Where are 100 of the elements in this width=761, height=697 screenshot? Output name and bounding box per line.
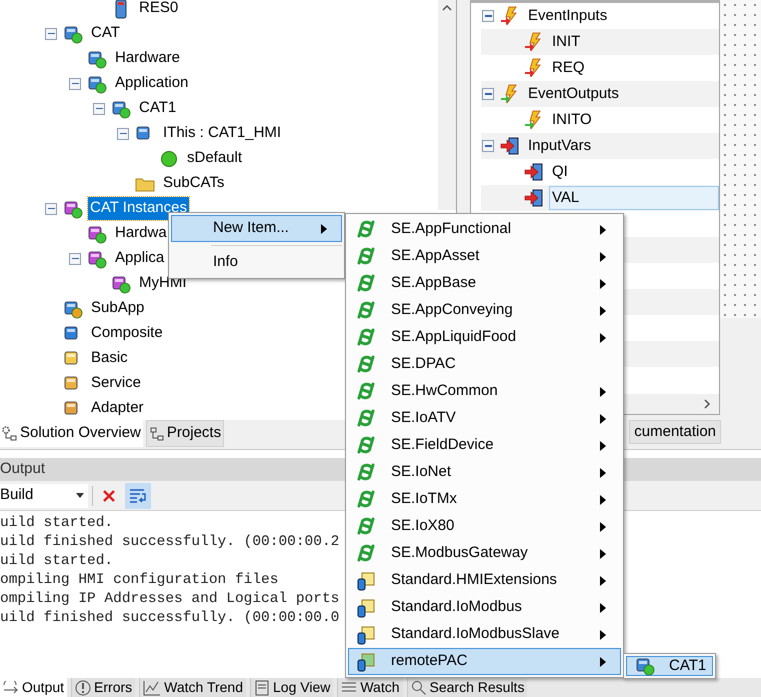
menu-item[interactable]: SE.FieldDevice [348, 432, 621, 459]
tree-row[interactable]: REQ [481, 55, 719, 81]
tree-item[interactable]: Adapter [88, 396, 147, 420]
expand-toggle[interactable] [69, 78, 81, 90]
tree-item[interactable]: INITO [549, 108, 595, 132]
output-line: uild finished successfully. (00:00:00.0 [0, 609, 340, 628]
tree-item[interactable]: EventInputs [525, 4, 610, 28]
tree-row[interactable]: INITO [481, 107, 719, 133]
menu-item[interactable]: SE.IoATV [348, 405, 621, 432]
chevron-up-icon [442, 4, 452, 11]
library-icon [356, 598, 376, 618]
menu-item[interactable]: Info [171, 249, 342, 276]
source-dropdown[interactable]: Build [0, 484, 88, 508]
menu-item[interactable]: SE.HwCommon [348, 378, 621, 405]
swirl-icon [356, 300, 376, 320]
block-icon [111, 274, 131, 294]
tree-item[interactable]: Service [88, 371, 144, 396]
tree-item[interactable]: Application [112, 71, 192, 96]
tree-row[interactable]: INIT [481, 29, 719, 55]
expand-toggle[interactable] [45, 202, 57, 214]
menu-item[interactable]: SE.ModbusGateway [348, 540, 621, 567]
tree-item[interactable]: Basic [88, 346, 131, 371]
tree-item[interactable]: SubApp [88, 296, 148, 321]
tree-item[interactable]: sDefault [184, 146, 246, 171]
swirl-icon [356, 516, 376, 536]
block-icon [63, 24, 83, 44]
tree-row[interactable]: VAL [481, 185, 719, 211]
bottom-tab[interactable]: Watch [337, 678, 403, 697]
bottom-tab[interactable]: Watch Trend [139, 678, 246, 697]
scrollbar[interactable] [438, 0, 456, 210]
expand-toggle[interactable] [482, 10, 494, 22]
expand-toggle[interactable] [482, 140, 494, 152]
panel-tab[interactable]: Solution Overview [0, 420, 143, 447]
block-icon [87, 48, 107, 68]
bottom-tab[interactable]: Errors [71, 678, 136, 697]
tree-row[interactable]: EventOutputs [481, 81, 719, 107]
tree-item[interactable]: RES0 [136, 0, 182, 21]
block-icon [87, 224, 107, 244]
menu-item[interactable]: SE.AppConveying [348, 297, 621, 324]
block-icon [111, 98, 131, 118]
submenu-arrow-icon [600, 440, 606, 450]
arrow-icon [524, 162, 544, 182]
tree-item[interactable]: INIT [549, 30, 584, 54]
panel-tab[interactable]: Projects [146, 420, 224, 447]
menu-item[interactable]: CAT1 [626, 656, 713, 676]
tree-item[interactable]: Applica [112, 246, 168, 271]
menu-item[interactable]: Standard.HMIExtensions [348, 567, 621, 594]
tree-item[interactable]: Composite [88, 321, 166, 346]
library-icon [356, 624, 376, 644]
tree-item[interactable]: IThis : CAT1_HMI [160, 121, 284, 146]
tree-item[interactable]: CAT1 [136, 96, 180, 121]
output-line: ompiling IP Addresses and Logical ports [0, 590, 340, 609]
panel-title: Output [0, 459, 46, 480]
menu-item[interactable]: SE.AppBase [348, 270, 621, 297]
tree-item[interactable]: EventOutputs [525, 82, 622, 106]
expand-toggle[interactable] [45, 28, 57, 40]
tree-item[interactable]: InputVars [525, 134, 594, 158]
tree-item[interactable]: SubCATs [160, 171, 228, 196]
submenu-arrow-icon [600, 602, 606, 612]
menu-item[interactable]: New Item... [171, 215, 342, 242]
bottom-tab[interactable]: Log View [250, 678, 334, 697]
menu-item[interactable]: Standard.IoModbusSlave [348, 621, 621, 648]
bottom-tab[interactable]: Output [0, 678, 68, 697]
panel-tab[interactable]: cumentation [629, 420, 721, 444]
tree-item[interactable]: REQ [549, 56, 588, 80]
tree-item[interactable]: CAT [88, 21, 123, 46]
menu-item[interactable]: SE.AppFunctional [348, 216, 621, 243]
submenu-arrow-icon [600, 576, 606, 586]
menu-item[interactable]: SE.AppLiquidFood [348, 324, 621, 351]
menu-item[interactable]: remotePAC [348, 648, 621, 675]
tree-row[interactable]: InputVars [481, 133, 719, 159]
expand-toggle[interactable] [482, 88, 494, 100]
expand-toggle[interactable] [69, 252, 81, 264]
bottom-tab[interactable]: Search Results [406, 678, 528, 697]
block-icon [87, 74, 107, 94]
expand-toggle[interactable] [93, 102, 105, 114]
tree-item[interactable]: Hardwa [112, 221, 170, 246]
library-icon [356, 652, 376, 672]
menu-item[interactable]: SE.IoTMx [348, 486, 621, 513]
menu-item[interactable]: SE.IoX80 [348, 513, 621, 540]
word-wrap-button[interactable] [125, 482, 151, 508]
tree-item[interactable]: CAT Instances [88, 197, 189, 220]
tree-row[interactable]: QI [481, 159, 719, 185]
scrollbar[interactable] [624, 394, 719, 414]
tree-item[interactable]: Hardware [112, 46, 184, 71]
arrow-icon [500, 136, 520, 156]
expand-toggle[interactable] [117, 128, 129, 140]
document-icon [254, 680, 270, 696]
tree-item[interactable]: QI [549, 160, 571, 184]
menu-item[interactable]: Standard.IoModbus [348, 594, 621, 621]
library-icon [356, 570, 376, 590]
menu-item[interactable]: SE.IoNet [348, 459, 621, 486]
menu-item[interactable]: SE.AppAsset [348, 243, 621, 270]
submenu-arrow-icon [600, 548, 606, 558]
swirl-icon [356, 462, 376, 482]
menu-item[interactable]: SE.DPAC [348, 351, 621, 378]
tree-row[interactable]: EventInputs [481, 3, 719, 29]
tree-item[interactable]: VAL [549, 186, 719, 210]
swirl-icon [356, 544, 376, 564]
arrow-icon [524, 188, 544, 208]
